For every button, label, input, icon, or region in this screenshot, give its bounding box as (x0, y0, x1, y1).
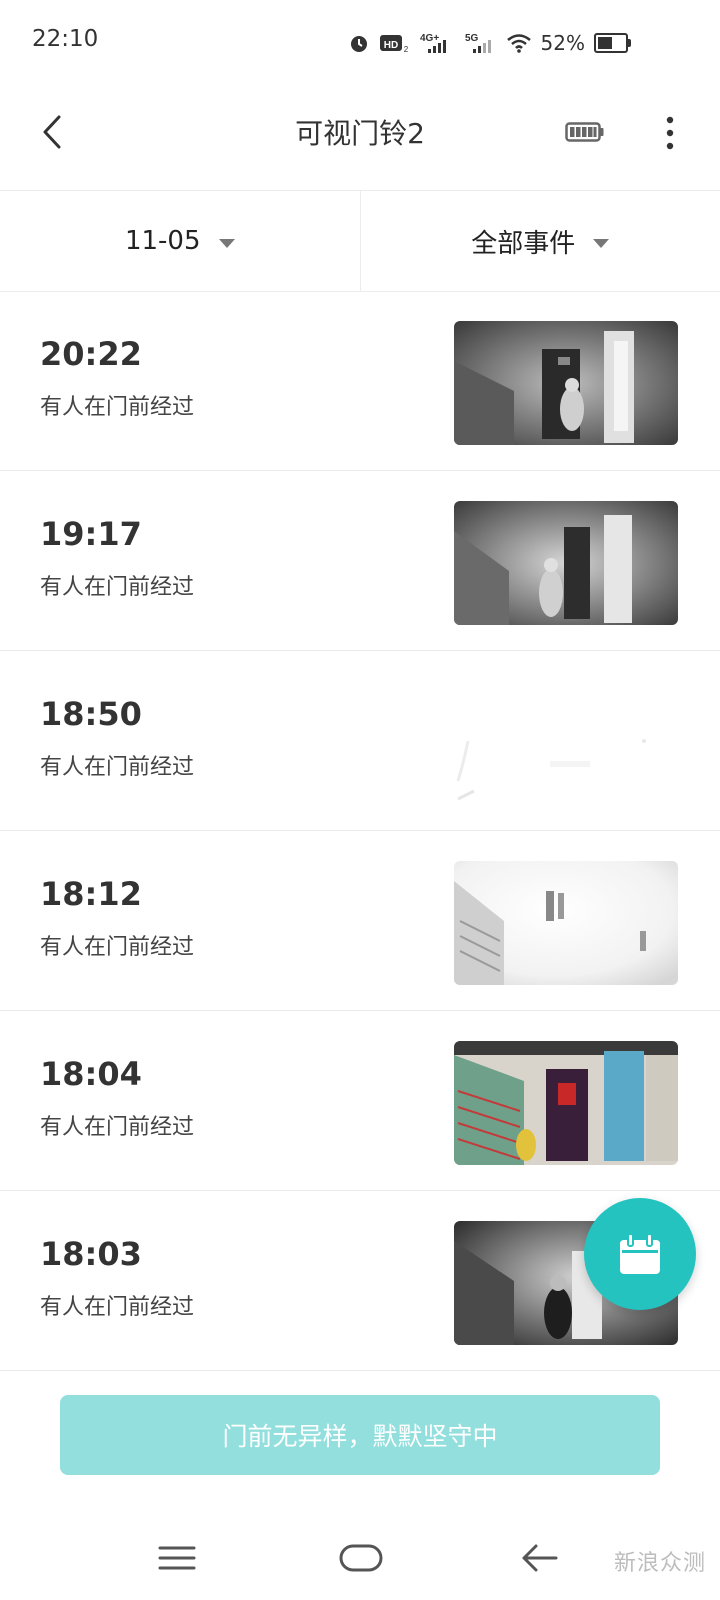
event-row[interactable]: 18:04 有人在门前经过 (0, 1011, 720, 1191)
status-time: 22:10 (32, 26, 99, 52)
watermark: 新浪众测 (613, 1551, 706, 1576)
system-nav-bar: 新浪众测 (0, 1515, 720, 1600)
caret-down-icon (593, 238, 610, 248)
svg-text:2: 2 (403, 45, 408, 54)
event-type-filter-label: 全部事件 (471, 228, 576, 259)
status-bar: 22:10 HD 2 4G+ 5G 52% (0, 0, 720, 80)
page-title: 可视门铃2 (295, 117, 425, 150)
date-filter-label: 11-05 (124, 226, 201, 256)
alarm-icon (348, 32, 370, 54)
event-time: 18:03 (40, 1235, 142, 1273)
svg-text:5G: 5G (465, 33, 479, 44)
event-thumbnail[interactable] (454, 321, 678, 445)
hd-icon: HD 2 (379, 32, 409, 54)
event-description: 有人在门前经过 (40, 395, 195, 420)
event-time: 18:04 (40, 1055, 142, 1093)
calendar-icon (620, 1233, 660, 1274)
nav-menu-button[interactable] (147, 1535, 207, 1581)
4g-signal-icon: 4G+ (418, 31, 454, 55)
wifi-icon (506, 32, 532, 54)
caret-down-icon (218, 238, 235, 248)
event-thumbnail[interactable] (454, 501, 678, 625)
app-header: 可视门铃2 (0, 80, 720, 190)
battery-full-icon (565, 122, 604, 142)
event-type-filter[interactable]: 全部事件 (359, 191, 720, 291)
status-notice-button[interactable]: 门前无异样，默默坚守中 (60, 1395, 660, 1475)
battery-icon (594, 33, 631, 53)
more-vertical-icon (666, 116, 674, 150)
event-time: 18:50 (40, 695, 142, 733)
event-description: 有人在门前经过 (40, 1115, 195, 1140)
event-row[interactable]: 20:22 有人在门前经过 (0, 291, 720, 471)
event-description: 有人在门前经过 (40, 575, 195, 600)
nav-back-button[interactable] (509, 1535, 569, 1581)
event-description: 有人在门前经过 (40, 755, 195, 780)
filter-bar: 11-05 全部事件 (0, 190, 720, 292)
event-time: 20:22 (40, 335, 142, 373)
calendar-button[interactable] (584, 1198, 696, 1310)
status-icons: HD 2 4G+ 5G 52% (348, 28, 631, 58)
svg-text:4G+: 4G+ (420, 33, 439, 44)
event-row[interactable]: 18:50 有人在门前经过 (0, 651, 720, 831)
event-thumbnail[interactable] (454, 861, 678, 985)
event-thumbnail[interactable] (454, 1041, 678, 1165)
5g-signal-icon: 5G (463, 31, 497, 55)
home-icon (339, 1544, 383, 1572)
event-row[interactable]: 18:12 有人在门前经过 (0, 831, 720, 1011)
event-row[interactable]: 19:17 有人在门前经过 (0, 471, 720, 651)
device-battery-button[interactable] (565, 118, 605, 146)
more-options-button[interactable] (650, 110, 690, 156)
event-thumbnail[interactable] (454, 681, 678, 805)
nav-home-button[interactable] (331, 1535, 391, 1581)
svg-text:HD: HD (383, 40, 397, 51)
date-filter[interactable]: 11-05 (0, 191, 360, 291)
back-icon (522, 1544, 558, 1572)
menu-icon (158, 1546, 196, 1570)
event-time: 19:17 (40, 515, 142, 553)
event-description: 有人在门前经过 (40, 935, 195, 960)
event-time: 18:12 (40, 875, 142, 913)
battery-percent: 52% (540, 31, 585, 55)
event-description: 有人在门前经过 (40, 1295, 195, 1320)
